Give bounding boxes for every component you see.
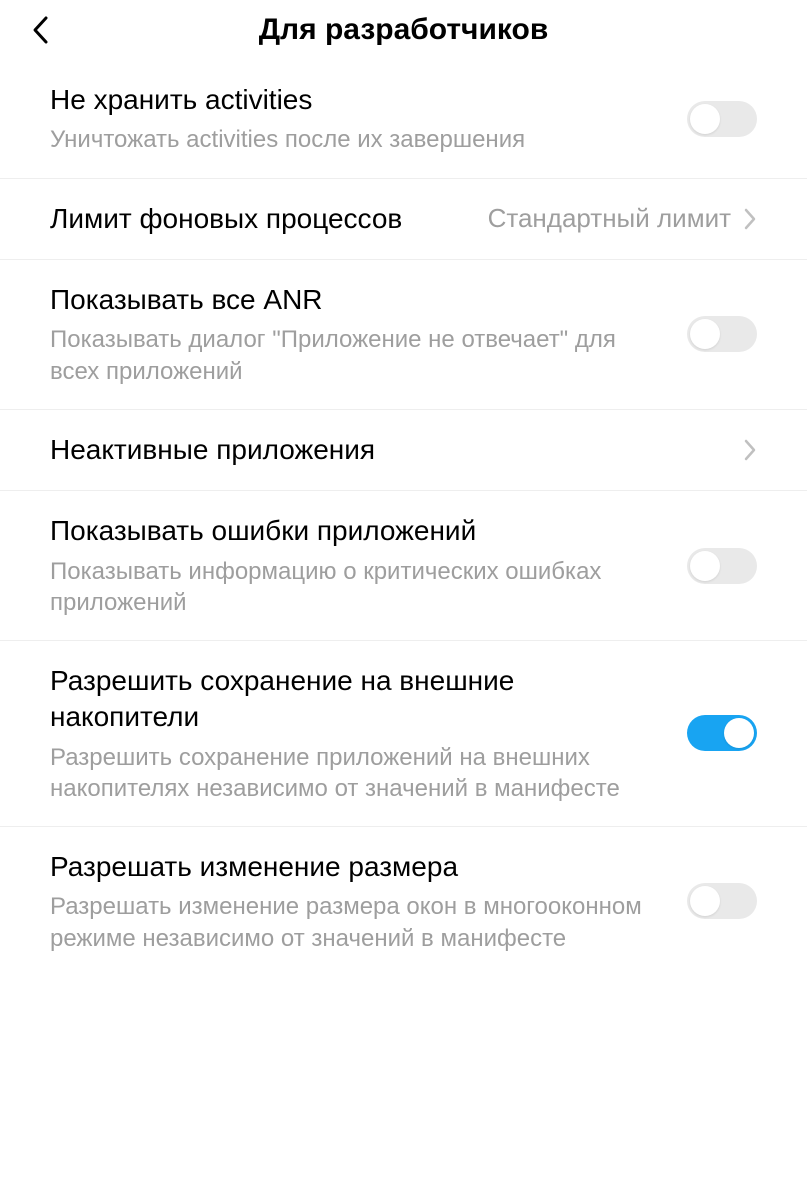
toggle-allow-external-save[interactable] [687,715,757,751]
chevron-right-icon [743,207,757,231]
chevron-left-icon [31,15,49,45]
row-title: Показывать все ANR [50,282,667,318]
row-inactive-apps[interactable]: Неактивные приложения [0,410,807,491]
toggle-show-app-errors[interactable] [687,548,757,584]
row-allow-external-save[interactable]: Разрешить сохранение на внешние накопите… [0,641,807,827]
header: Для разработчиков [0,0,807,60]
toggle-allow-resize[interactable] [687,883,757,919]
row-bg-process-limit[interactable]: Лимит фоновых процессов Стандартный лими… [0,179,807,260]
row-title: Неактивные приложения [50,432,723,468]
row-title: Показывать ошибки приложений [50,513,667,549]
row-value: Стандартный лимит [488,203,731,234]
page-title: Для разработчиков [259,13,549,46]
row-subtitle: Показывать информацию о критических ошиб… [50,556,667,618]
toggle-show-all-anr[interactable] [687,316,757,352]
chevron-right-icon [743,438,757,462]
row-subtitle: Разрешать изменение размера окон в много… [50,891,667,953]
row-subtitle: Уничтожать activities после их завершени… [50,124,667,155]
row-title: Лимит фоновых процессов [50,201,468,237]
row-title: Разрешать изменение размера [50,849,667,885]
row-show-all-anr[interactable]: Показывать все ANR Показывать диалог "Пр… [0,260,807,410]
row-subtitle: Показывать диалог "Приложение не отвечае… [50,324,667,386]
row-title: Не хранить activities [50,82,667,118]
row-allow-resize[interactable]: Разрешать изменение размера Разрешать из… [0,827,807,976]
row-subtitle: Разрешить сохранение приложений на внешн… [50,742,667,804]
row-show-app-errors[interactable]: Показывать ошибки приложений Показывать … [0,491,807,641]
back-button[interactable] [20,10,60,50]
toggle-dont-keep-activities[interactable] [687,101,757,137]
row-title: Разрешить сохранение на внешние накопите… [50,663,667,736]
row-dont-keep-activities[interactable]: Не хранить activities Уничтожать activit… [0,60,807,179]
settings-list: Не хранить activities Уничтожать activit… [0,60,807,976]
